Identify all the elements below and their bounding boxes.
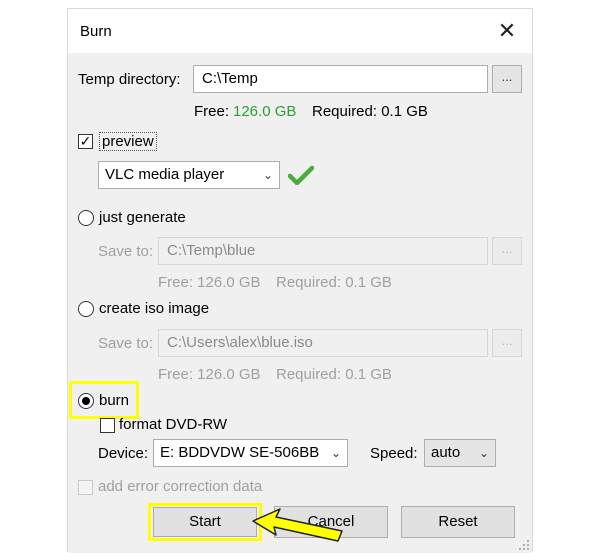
burn-radio[interactable] bbox=[78, 393, 94, 409]
generate-save-path-input[interactable]: C:\Temp\blue bbox=[158, 237, 488, 265]
annotation-arrow-icon bbox=[252, 508, 343, 542]
speed-select[interactable]: auto ⌄ bbox=[424, 439, 496, 467]
format-dvdrw-label[interactable]: format DVD-RW bbox=[119, 416, 227, 433]
preview-label[interactable]: preview bbox=[99, 132, 157, 151]
iso-required: Required: 0.1 GB bbox=[276, 366, 392, 383]
generate-browse-button[interactable]: ... bbox=[492, 237, 522, 265]
temp-free-value: 126.0 GB bbox=[233, 103, 297, 120]
chevron-down-icon: ⌄ bbox=[478, 446, 489, 460]
speed-value: auto bbox=[431, 444, 461, 461]
create-iso-radio[interactable] bbox=[78, 301, 94, 317]
device-value: E: BDDVDW SE-506BB bbox=[160, 444, 320, 461]
just-generate-label[interactable]: just generate bbox=[99, 209, 186, 226]
iso-free: Free: 126.0 GB bbox=[158, 366, 261, 383]
temp-browse-button[interactable]: ... bbox=[492, 65, 522, 93]
temp-directory-label: Temp directory: bbox=[78, 71, 181, 88]
iso-save-to-label: Save to: bbox=[98, 335, 154, 352]
speed-label: Speed: bbox=[370, 445, 418, 462]
green-checkmark-icon bbox=[288, 165, 314, 185]
just-generate-radio[interactable] bbox=[78, 210, 94, 226]
window-title: Burn bbox=[80, 23, 112, 40]
temp-free-label: Free: bbox=[194, 103, 230, 120]
iso-save-path-input[interactable]: C:\Users\alex\blue.iso bbox=[158, 329, 488, 357]
chevron-down-icon: ⌄ bbox=[330, 446, 341, 460]
error-correction-label[interactable]: add error correction data bbox=[98, 478, 262, 495]
burn-label[interactable]: burn bbox=[99, 392, 129, 409]
format-dvdrw-checkbox[interactable] bbox=[100, 418, 115, 433]
generate-free: Free: 126.0 GB bbox=[158, 274, 261, 291]
device-select[interactable]: E: BDDVDW SE-506BB ⌄ bbox=[153, 439, 348, 467]
close-icon[interactable]: ✕ bbox=[492, 17, 522, 45]
device-label: Device: bbox=[98, 445, 149, 462]
chevron-down-icon: ⌄ bbox=[262, 168, 273, 182]
create-iso-label[interactable]: create iso image bbox=[99, 300, 209, 317]
resize-grip-icon[interactable] bbox=[518, 539, 530, 551]
burn-dialog: Burn ✕ Temp directory: C:\Temp ... Free:… bbox=[67, 8, 533, 553]
generate-required: Required: 0.1 GB bbox=[276, 274, 392, 291]
iso-browse-button[interactable]: ... bbox=[492, 329, 522, 357]
temp-directory-input[interactable]: C:\Temp bbox=[193, 65, 488, 93]
dialog-body: Temp directory: C:\Temp ... Free: 126.0 … bbox=[68, 53, 532, 553]
preview-checkbox[interactable]: ✓ bbox=[78, 134, 93, 149]
start-button[interactable]: Start bbox=[153, 507, 257, 537]
reset-button[interactable]: Reset bbox=[401, 506, 515, 538]
error-correction-checkbox[interactable] bbox=[78, 480, 93, 495]
temp-required: Required: 0.1 GB bbox=[312, 103, 428, 120]
generate-save-to-label: Save to: bbox=[98, 243, 154, 260]
preview-player-value: VLC media player bbox=[105, 166, 225, 183]
title-bar: Burn ✕ bbox=[68, 9, 532, 53]
preview-player-select[interactable]: VLC media player ⌄ bbox=[98, 161, 280, 189]
